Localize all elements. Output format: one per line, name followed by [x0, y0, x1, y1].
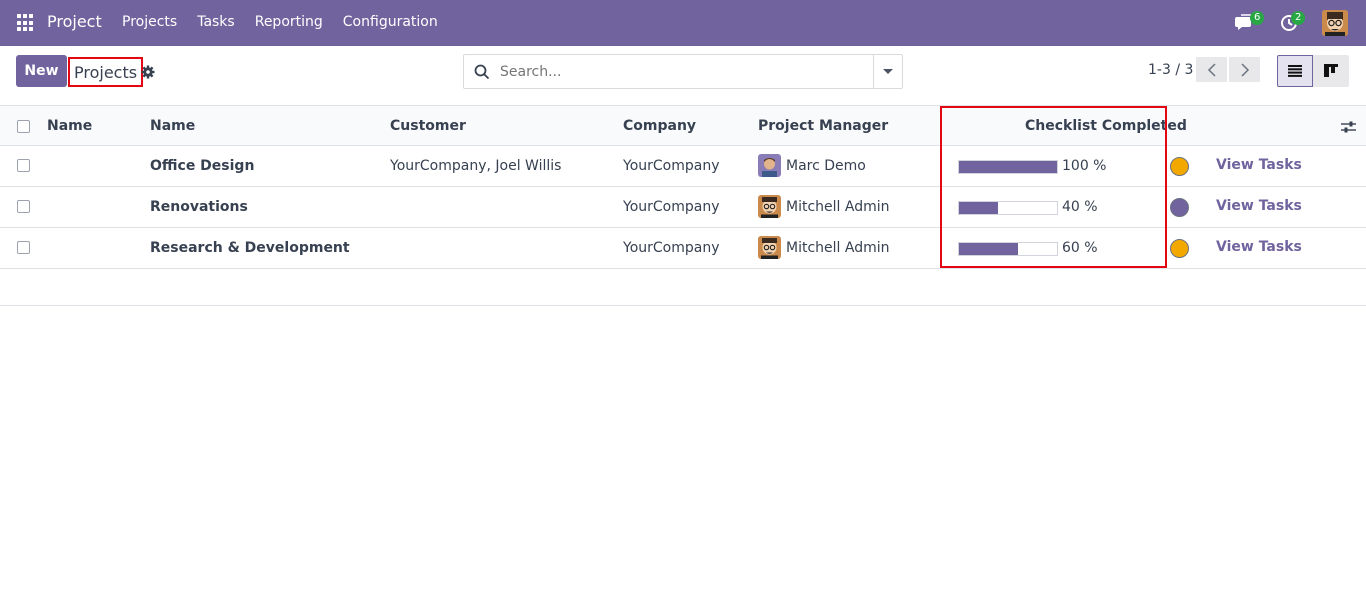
- new-button[interactable]: New: [16, 55, 67, 87]
- view-tasks-button[interactable]: View Tasks: [1216, 157, 1302, 173]
- table-row[interactable]: Renovations YourCompany Mitchell Admin 4…: [0, 187, 1366, 228]
- search-options-toggle[interactable]: [873, 55, 902, 88]
- list-icon: [1288, 65, 1302, 77]
- row-checkbox[interactable]: [17, 159, 30, 172]
- top-navbar: Project Projects Tasks Reporting Configu…: [0, 0, 1366, 46]
- menu-item-reporting[interactable]: Reporting: [255, 14, 323, 30]
- column-header-name-2[interactable]: Name: [150, 118, 195, 134]
- gear-icon[interactable]: [141, 64, 155, 79]
- column-header-customer[interactable]: Customer: [390, 118, 466, 134]
- messages-badge: 6: [1250, 11, 1265, 25]
- kanban-view-button[interactable]: [1313, 55, 1349, 87]
- pager-previous-button[interactable]: [1196, 57, 1227, 82]
- caret-down-icon: [883, 69, 893, 74]
- list-footer-divider: [0, 305, 1366, 306]
- column-header-checklist-completed[interactable]: Checklist Completed: [1025, 118, 1187, 134]
- column-header-name[interactable]: Name: [47, 118, 92, 134]
- project-manager: Mitchell Admin: [786, 199, 890, 215]
- search-bar: [463, 54, 903, 89]
- search-input[interactable]: [500, 61, 860, 83]
- checklist-progress-bar: [958, 242, 1058, 256]
- table-header: Name Name Customer Company Project Manag…: [0, 106, 1366, 146]
- apps-menu-icon[interactable]: [17, 14, 35, 32]
- pager-value[interactable]: 1-3 / 3: [1148, 62, 1193, 78]
- project-company: YourCompany: [623, 158, 720, 174]
- activities-badge: 2: [1291, 11, 1306, 25]
- row-checkbox[interactable]: [17, 200, 30, 213]
- project-color-dot[interactable]: [1170, 239, 1189, 258]
- pager-next-button[interactable]: [1229, 57, 1260, 82]
- project-customer: YourCompany, Joel Willis: [390, 158, 562, 174]
- project-color-dot[interactable]: [1170, 157, 1189, 176]
- manager-avatar: [758, 154, 781, 177]
- checklist-progress-bar: [958, 201, 1058, 215]
- list-view-button[interactable]: [1277, 55, 1313, 87]
- manager-avatar: [758, 195, 781, 218]
- project-name[interactable]: Research & Development: [150, 240, 350, 256]
- chevron-left-icon: [1207, 62, 1216, 77]
- project-company: YourCompany: [623, 199, 720, 215]
- view-tasks-button[interactable]: View Tasks: [1216, 239, 1302, 255]
- checklist-progress-label: 100 %: [1062, 158, 1107, 174]
- kanban-icon: [1324, 64, 1338, 77]
- view-tasks-button[interactable]: View Tasks: [1216, 198, 1302, 214]
- search-icon: [474, 64, 490, 80]
- chevron-right-icon: [1240, 62, 1249, 77]
- column-header-project-manager[interactable]: Project Manager: [758, 118, 888, 134]
- breadcrumb: Projects: [68, 57, 144, 87]
- table-row[interactable]: Office Design YourCompany, Joel Willis Y…: [0, 146, 1366, 187]
- checklist-progress-label: 60 %: [1062, 240, 1098, 256]
- menu-item-projects[interactable]: Projects: [122, 14, 177, 30]
- projects-list: Name Name Customer Company Project Manag…: [0, 105, 1366, 269]
- project-manager: Mitchell Admin: [786, 240, 890, 256]
- app-title[interactable]: Project: [47, 12, 102, 31]
- project-name[interactable]: Renovations: [150, 199, 248, 215]
- project-manager: Marc Demo: [786, 158, 866, 174]
- project-color-dot[interactable]: [1170, 198, 1189, 217]
- menu-item-tasks[interactable]: Tasks: [197, 14, 235, 30]
- project-company: YourCompany: [623, 240, 720, 256]
- checklist-progress-label: 40 %: [1062, 199, 1098, 215]
- control-panel: New Projects 1-3 / 3: [0, 46, 1366, 106]
- optional-columns-toggle-icon[interactable]: [1341, 119, 1356, 133]
- manager-avatar: [758, 236, 781, 259]
- user-avatar[interactable]: [1322, 10, 1348, 36]
- row-checkbox[interactable]: [17, 241, 30, 254]
- column-header-company[interactable]: Company: [623, 118, 696, 134]
- checklist-progress-bar: [958, 160, 1058, 174]
- page-title: Projects: [74, 62, 138, 82]
- project-name[interactable]: Office Design: [150, 158, 254, 174]
- table-row[interactable]: Research & Development YourCompany Mitch…: [0, 228, 1366, 269]
- select-all-checkbox[interactable]: [17, 120, 30, 133]
- menu-item-configuration[interactable]: Configuration: [343, 14, 438, 30]
- main-menu: Projects Tasks Reporting Configuration: [122, 14, 458, 30]
